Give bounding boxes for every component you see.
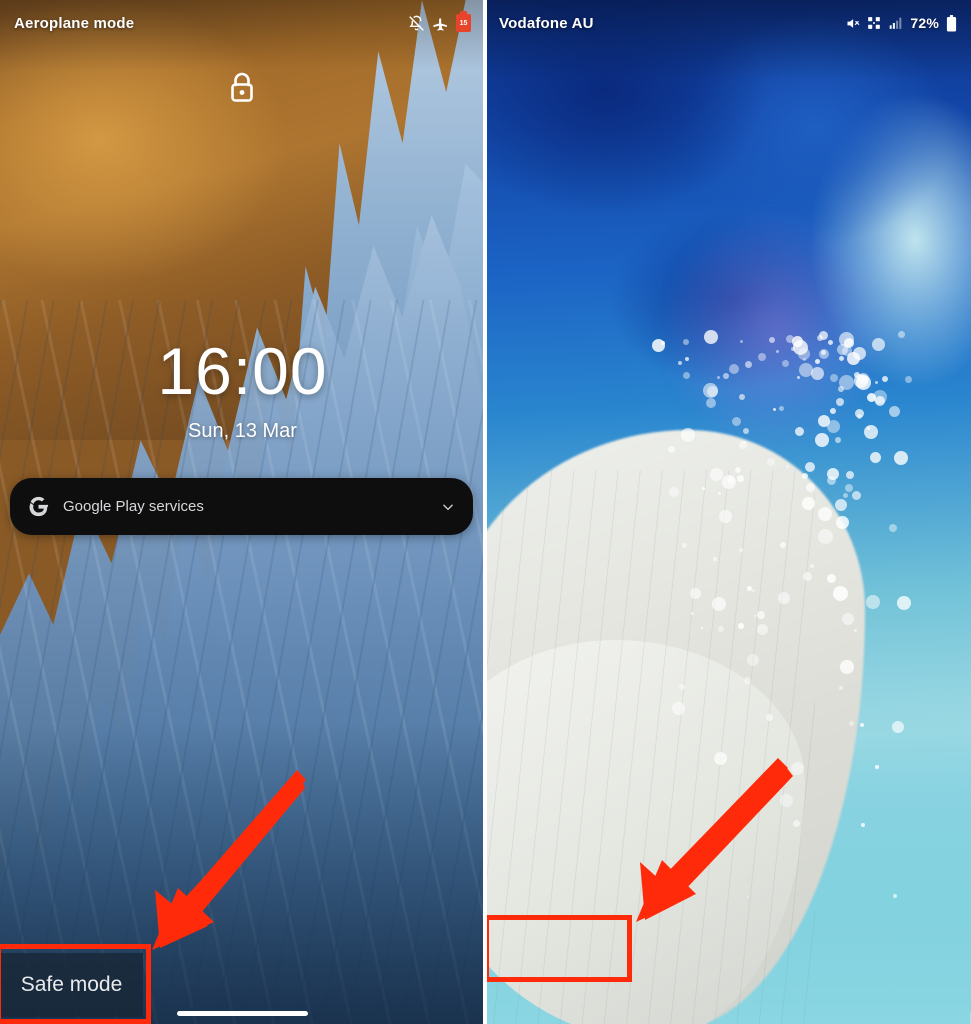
- annotation-box-right: [484, 915, 632, 982]
- annotation-box-left: [0, 944, 151, 1024]
- panel-divider: [483, 0, 487, 1024]
- comparison-screenshot: Aeroplane mode 15 16:00 Sun, 13 Mar Goog…: [0, 0, 971, 1024]
